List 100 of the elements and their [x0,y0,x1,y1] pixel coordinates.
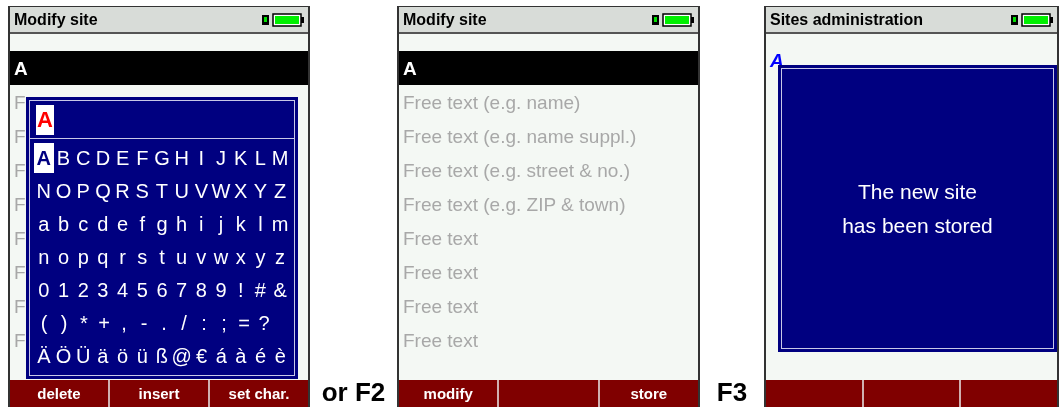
keyboard-key[interactable]: Ö [53,341,74,372]
softkey[interactable]: modify [399,380,498,407]
input-field[interactable]: A [36,104,54,135]
keyboard-key[interactable]: 4 [112,275,133,306]
keyboard-key[interactable]: k [230,208,251,239]
keyboard-key[interactable]: v [191,242,212,272]
keyboard-key[interactable]: 0 [34,275,54,306]
keyboard-key[interactable]: O [53,175,74,206]
keyboard-key[interactable]: . [154,308,174,339]
keyboard-key[interactable]: € [191,341,212,372]
keyboard-key[interactable]: * [74,308,94,339]
keyboard-key[interactable]: 8 [191,275,212,306]
keyboard-key[interactable]: 3 [93,275,113,306]
keyboard-key[interactable]: 7 [171,275,192,306]
keyboard-key[interactable]: m [270,208,290,239]
keyboard-key[interactable]: q [93,242,113,272]
keyboard-key[interactable]: : [194,308,214,339]
keyboard-key[interactable]: W [211,175,231,206]
keyboard-key[interactable]: ß [152,341,172,372]
keyboard-key[interactable]: z [270,242,290,272]
keyboard-key[interactable]: 6 [152,275,172,306]
keyboard-key[interactable]: c [73,208,94,239]
keyboard-key[interactable]: B [53,142,74,173]
softkey[interactable]: delete [10,380,108,407]
keyboard-key[interactable]: / [174,308,194,339]
keyboard-key[interactable]: S [132,175,153,206]
keyboard-key[interactable]: E [112,142,133,173]
keyboard-key[interactable]: A [34,142,54,173]
keyboard-key[interactable]: r [112,242,133,272]
keyboard-key[interactable]: @ [171,341,192,372]
keyboard-key[interactable]: ä [93,341,113,372]
keyboard-key[interactable]: P [73,175,94,206]
keyboard-key[interactable]: N [34,175,54,206]
keyboard-key[interactable]: s [132,242,153,272]
keyboard-key[interactable]: ; [214,308,234,339]
keyboard-key[interactable]: C [73,142,94,173]
keyboard-key[interactable]: Q [93,175,113,206]
keyboard-key[interactable]: V [191,175,212,206]
keyboard-key[interactable]: Ü [73,341,93,372]
keyboard-key[interactable]: L [250,142,271,173]
keyboard-key[interactable]: 5 [132,275,153,306]
keyboard-key[interactable]: M [270,142,290,173]
keyboard-key[interactable]: à [231,341,251,372]
keyboard-key[interactable]: w [211,242,231,272]
keyboard-key[interactable]: Z [270,175,290,206]
keyboard-key[interactable]: J [211,142,231,173]
keyboard-key[interactable]: g [152,208,172,239]
keyboard-key[interactable]: 2 [73,275,94,306]
keyboard-key[interactable]: ö [112,341,133,372]
keyboard-key[interactable]: H [171,142,192,173]
keyboard-key[interactable]: 9 [211,275,231,306]
keyboard-key[interactable]: y [250,242,271,272]
softkey[interactable] [959,380,1057,407]
keyboard-key[interactable]: # [250,275,271,306]
softkey[interactable]: insert [108,380,208,407]
field-row[interactable]: A [10,51,308,85]
keyboard-key[interactable]: o [53,242,74,272]
keyboard-key[interactable]: F [132,142,153,173]
keyboard-key[interactable]: U [171,175,192,206]
keyboard-key[interactable]: + [94,308,114,339]
keyboard-key[interactable]: a [34,208,54,239]
keyboard-key[interactable]: ) [54,308,74,339]
keyboard-key[interactable]: & [270,275,290,306]
softkey[interactable]: set char. [208,380,308,407]
keyboard-key[interactable]: ? [254,308,274,339]
keyboard-key[interactable]: R [112,175,133,206]
keyboard-key[interactable]: n [34,242,54,272]
keyboard-key[interactable]: è [270,341,291,372]
softkey[interactable] [861,380,960,407]
keyboard-key[interactable]: l [250,208,271,239]
keyboard-key[interactable]: I [191,142,212,173]
keyboard-key[interactable]: - [134,308,154,339]
keyboard-key[interactable]: Y [250,175,271,206]
field-row[interactable]: A [399,51,698,85]
keyboard-key[interactable]: j [211,208,231,239]
keyboard-key[interactable]: , [114,308,134,339]
keyboard-key[interactable]: ü [132,341,153,372]
keyboard-key[interactable]: ( [34,308,54,339]
keyboard-key[interactable]: e [112,208,133,239]
keyboard-key[interactable]: h [171,208,192,239]
keyboard-key[interactable]: 1 [53,275,74,306]
keyboard-key[interactable]: K [230,142,251,173]
keyboard-key[interactable]: p [73,242,94,272]
softkey[interactable]: store [597,380,698,407]
keyboard-key[interactable]: x [230,242,251,272]
keyboard-key[interactable]: é [250,341,271,372]
keyboard-key[interactable]: D [93,142,113,173]
keyboard-key[interactable]: á [211,341,232,372]
keyboard-key[interactable]: b [53,208,74,239]
keyboard-key[interactable]: f [132,208,153,239]
keyboard-key[interactable]: i [191,208,212,239]
keyboard-key[interactable]: X [230,175,251,206]
keyboard-key[interactable]: = [234,308,254,339]
keyboard-key[interactable]: ! [230,275,251,306]
keyboard-key[interactable]: t [152,242,172,272]
keyboard-key[interactable]: u [171,242,192,272]
keyboard-key[interactable]: T [152,175,172,206]
keyboard-key[interactable]: G [152,142,172,173]
keyboard-key[interactable]: d [93,208,113,239]
keyboard-key[interactable]: Ä [34,341,54,372]
